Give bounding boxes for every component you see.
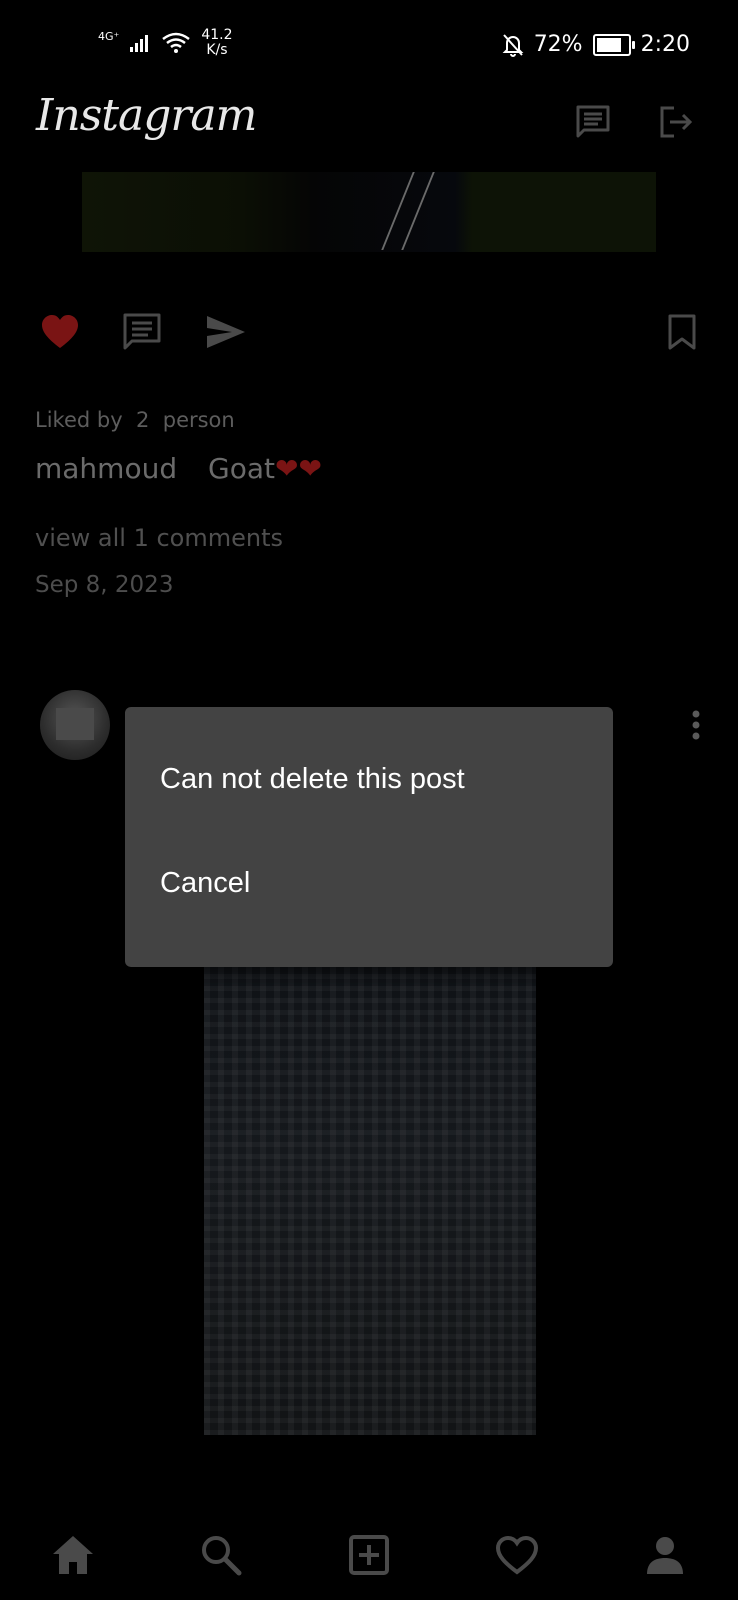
clock: 2:20 bbox=[640, 32, 690, 57]
caption-username[interactable]: mahmoud bbox=[35, 452, 177, 485]
status-left: 4G⁺ 41.2 K/s bbox=[98, 28, 233, 58]
network-type: 4G⁺ bbox=[98, 30, 120, 43]
post-image-1[interactable] bbox=[82, 172, 656, 252]
logout-icon[interactable] bbox=[656, 102, 696, 142]
profile-icon[interactable] bbox=[642, 1532, 688, 1578]
caption-text: Goat bbox=[208, 452, 275, 485]
options-dialog: Can not delete this post Cancel bbox=[125, 707, 613, 967]
network-speed-unit: K/s bbox=[206, 42, 228, 58]
signal-icon bbox=[130, 35, 149, 52]
liked-by-text: Liked by 2 person bbox=[35, 408, 235, 432]
caption-emoji: ❤❤ bbox=[274, 452, 322, 485]
status-bar: 4G⁺ 41.2 K/s 72% 2:20 bbox=[0, 0, 738, 92]
network-speed-value: 41.2 bbox=[201, 27, 233, 43]
post-actions bbox=[0, 310, 738, 360]
battery-icon bbox=[592, 33, 635, 56]
avatar[interactable] bbox=[40, 690, 110, 760]
bottom-nav bbox=[0, 1512, 738, 1600]
wifi-icon bbox=[162, 32, 191, 53]
app-logo: Instagram bbox=[36, 90, 257, 141]
cannot-delete-option[interactable]: Can not delete this post bbox=[160, 763, 465, 796]
more-options-icon[interactable] bbox=[686, 708, 706, 748]
post-image-2[interactable] bbox=[204, 965, 536, 1435]
like-heart-icon[interactable] bbox=[38, 310, 82, 354]
liked-by-label: Liked by bbox=[35, 408, 123, 432]
chat-icon[interactable] bbox=[573, 102, 613, 142]
home-icon[interactable] bbox=[50, 1532, 96, 1578]
liked-by-unit: person bbox=[162, 408, 235, 432]
cancel-option[interactable]: Cancel bbox=[160, 867, 250, 900]
post-date: Sep 8, 2023 bbox=[35, 572, 174, 598]
search-icon[interactable] bbox=[198, 1532, 244, 1578]
comment-icon[interactable] bbox=[120, 310, 164, 354]
battery-percent: 72% bbox=[533, 32, 583, 57]
add-post-icon[interactable] bbox=[346, 1532, 392, 1578]
app-header: Instagram bbox=[0, 86, 738, 156]
network-speed: 41.2 K/s bbox=[201, 28, 232, 58]
bookmark-icon[interactable] bbox=[660, 310, 704, 354]
activity-heart-icon[interactable] bbox=[494, 1532, 540, 1578]
view-comments-link[interactable]: view all 1 comments bbox=[35, 524, 283, 552]
post-caption: mahmoud Goat❤❤ bbox=[35, 452, 322, 485]
liked-by-count: 2 bbox=[136, 408, 150, 432]
status-right: 72% 2:20 bbox=[502, 32, 690, 57]
bell-off-icon bbox=[502, 33, 524, 57]
share-send-icon[interactable] bbox=[204, 310, 248, 354]
